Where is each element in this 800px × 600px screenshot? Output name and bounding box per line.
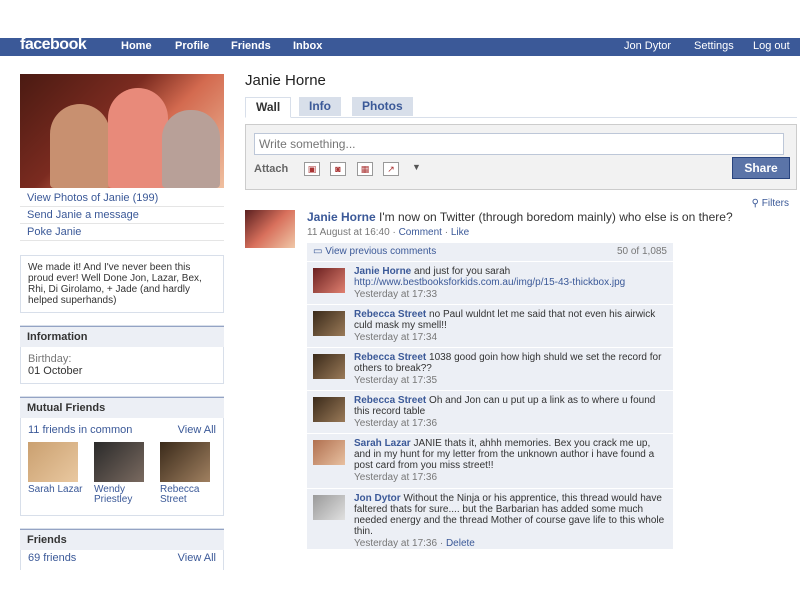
profile-tabs: Wall Info Photos xyxy=(245,97,797,118)
nav-home[interactable]: Home xyxy=(121,40,152,52)
friend-thumbnail xyxy=(28,442,78,482)
comments-icon: ▭ xyxy=(313,246,323,257)
profile-name: Janie Horne xyxy=(245,72,326,89)
photo-person xyxy=(50,104,110,188)
profile-photo[interactable] xyxy=(20,74,224,188)
comment-item: Rebecca Street 1038 good goin how high s… xyxy=(307,348,673,391)
commenter-avatar[interactable] xyxy=(313,397,345,422)
mutual-friends-title: Mutual Friends xyxy=(20,397,224,418)
mutual-friends-box: Mutual Friends 11 friends in common View… xyxy=(20,396,224,516)
comment-author[interactable]: Rebecca Street xyxy=(354,309,426,320)
attach-gift-icon[interactable]: ▦ xyxy=(357,162,373,176)
friends-box: Friends 69 friends View All xyxy=(20,528,224,570)
comment-time: Yesterday at 17:36 xyxy=(354,472,438,483)
commenter-avatar[interactable] xyxy=(313,495,345,520)
story-text: I'm now on Twitter (through boredom main… xyxy=(379,210,733,224)
tab-photos[interactable]: Photos xyxy=(352,97,413,116)
comment-item: Jon Dytor Without the Ninja or his appre… xyxy=(307,489,673,550)
comment-author[interactable]: Rebecca Street xyxy=(354,395,426,406)
story-time: 11 August at 16:40 xyxy=(307,227,390,238)
birthday-value: 01 October xyxy=(28,365,83,377)
nav-logout[interactable]: Log out xyxy=(753,40,790,52)
nav-settings[interactable]: Settings xyxy=(694,40,734,52)
information-box: Information Birthday: 01 October xyxy=(20,325,224,384)
friend-name[interactable]: Rebecca Street xyxy=(160,484,199,505)
comment-text: Without the Ninja or his apprentice, thi… xyxy=(354,493,665,537)
comment-item: Janie Horne and just for you sarah http:… xyxy=(307,262,673,305)
attach-photo-icon[interactable]: ▣ xyxy=(304,162,320,176)
comment-item: Rebecca Street no Paul wuldnt let me sai… xyxy=(307,305,673,348)
comment-author[interactable]: Jon Dytor xyxy=(354,493,401,504)
friends-view-all[interactable]: View All xyxy=(178,552,216,564)
comment-author[interactable]: Janie Horne xyxy=(354,266,411,277)
facebook-logo[interactable]: facebook xyxy=(20,36,87,54)
search-icon: ⚲ xyxy=(751,198,759,209)
comment-author[interactable]: Sarah Lazar xyxy=(354,438,411,449)
comment-time: Yesterday at 17:34 xyxy=(354,332,438,343)
friend-rebecca-street[interactable]: Rebecca Street xyxy=(160,442,216,505)
share-button[interactable]: Share xyxy=(732,157,790,179)
profile-actions: View Photos of Janie (199) Send Janie a … xyxy=(20,190,224,241)
comment-text: and just for you sarah xyxy=(414,266,511,277)
composer: Attach ▣ ◙ ▦ ↗ ▼ Share xyxy=(245,124,797,190)
story-author[interactable]: Janie Horne xyxy=(307,210,376,224)
friend-thumbnail xyxy=(94,442,144,482)
commenter-avatar[interactable] xyxy=(313,311,345,336)
delete-comment-link[interactable]: Delete xyxy=(446,538,475,549)
comment-link-url[interactable]: http://www.bestbooksforkids.com.au/img/p… xyxy=(354,277,625,288)
friend-wendy-priestley[interactable]: Wendy Priestley xyxy=(94,442,150,505)
comment-author[interactable]: Rebecca Street xyxy=(354,352,426,363)
friend-thumbnail xyxy=(160,442,210,482)
commenter-avatar[interactable] xyxy=(313,268,345,293)
more-attachments-icon[interactable]: ▼ xyxy=(412,162,421,172)
nav-user[interactable]: Jon Dytor xyxy=(624,40,671,52)
friends-count-link[interactable]: 69 friends xyxy=(28,552,76,564)
nav-inbox[interactable]: Inbox xyxy=(293,40,322,52)
commenter-avatar[interactable] xyxy=(313,354,345,379)
attach-label: Attach xyxy=(254,163,289,175)
bio-text: We made it! And I've never been this pro… xyxy=(20,255,224,313)
story-avatar[interactable] xyxy=(245,210,295,248)
birthday-label: Birthday: xyxy=(28,353,72,365)
comment-time: Yesterday at 17:35 xyxy=(354,375,438,386)
comment-time: Yesterday at 17:36 xyxy=(354,418,438,429)
send-message-link[interactable]: Send Janie a message xyxy=(27,209,139,221)
information-title: Information xyxy=(20,326,224,347)
comments-list: ▭ View previous comments 50 of 1,085 Jan… xyxy=(307,243,673,550)
view-photos-link[interactable]: View Photos of Janie (199) xyxy=(27,192,158,204)
photo-person xyxy=(162,110,220,188)
nav-friends[interactable]: Friends xyxy=(231,40,271,52)
main-column: Janie Horne Wall Info Photos Attach ▣ ◙ … xyxy=(245,72,797,550)
mutual-view-all[interactable]: View All xyxy=(178,424,216,436)
comment-item: Rebecca Street Oh and Jon can u put up a… xyxy=(307,391,673,434)
friends-title: Friends xyxy=(20,529,224,550)
comment-item: Sarah Lazar JANIE thats it, ahhh memorie… xyxy=(307,434,673,489)
attach-video-icon[interactable]: ◙ xyxy=(330,162,346,176)
view-previous-comments[interactable]: ▭ View previous comments 50 of 1,085 xyxy=(307,243,673,262)
poke-link[interactable]: Poke Janie xyxy=(27,226,81,238)
filters-link[interactable]: ⚲ Filters xyxy=(752,198,789,209)
comment-time: Yesterday at 17:33 xyxy=(354,289,438,300)
comment-time: Yesterday at 17:36 xyxy=(354,538,438,549)
like-link[interactable]: Like xyxy=(451,227,469,238)
attach-link-icon[interactable]: ↗ xyxy=(383,162,399,176)
friend-name[interactable]: Sarah Lazar xyxy=(28,484,82,495)
tab-wall[interactable]: Wall xyxy=(245,97,292,118)
comments-count: 50 of 1,085 xyxy=(616,246,667,257)
mutual-count-link[interactable]: 11 friends in common xyxy=(28,424,132,436)
friend-name[interactable]: Wendy Priestley xyxy=(94,484,132,505)
top-nav-bar: facebook Home Profile Friends Inbox Jon … xyxy=(0,36,800,56)
comment-link[interactable]: Comment xyxy=(399,227,442,238)
status-input[interactable] xyxy=(254,133,784,155)
tab-info[interactable]: Info xyxy=(299,97,341,116)
commenter-avatar[interactable] xyxy=(313,440,345,465)
photo-person xyxy=(108,88,168,188)
friend-sarah-lazar[interactable]: Sarah Lazar xyxy=(28,442,84,505)
nav-profile[interactable]: Profile xyxy=(175,40,209,52)
left-column: View Photos of Janie (199) Send Janie a … xyxy=(20,74,224,570)
